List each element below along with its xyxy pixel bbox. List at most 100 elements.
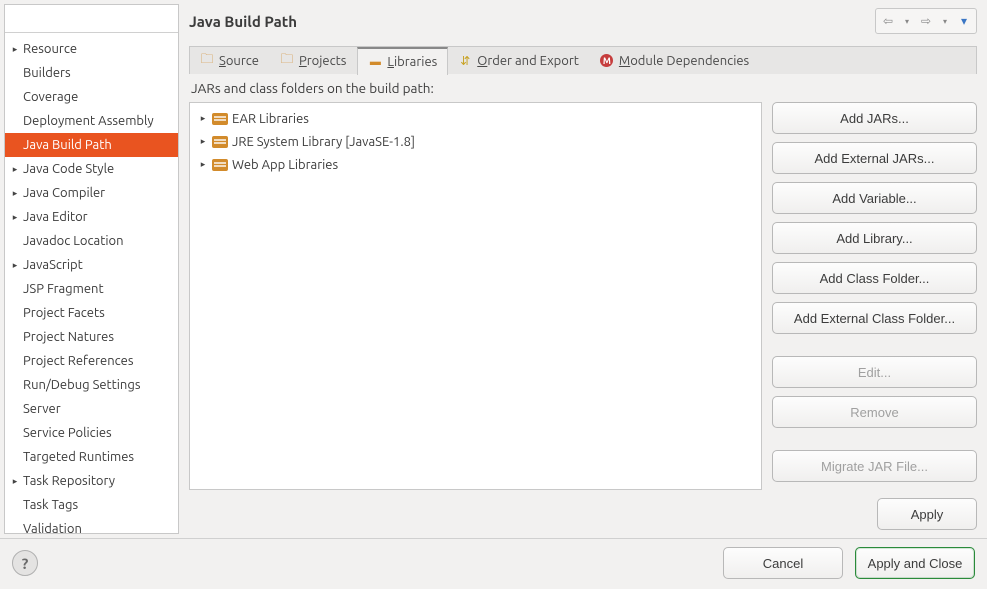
sidebar-item-label: Builders [21,66,71,80]
tab-label: Module Dependencies [619,54,749,68]
cancel-button[interactable]: Cancel [723,547,843,579]
sidebar-item-label: Task Repository [21,474,115,488]
nav-menu-dropdown[interactable]: ▾ [952,9,976,33]
library-item[interactable]: ▸ JRE System Library [JavaSE-1.8] [192,130,759,153]
sidebar-item[interactable]: Project References [5,349,178,373]
migrate-jar-button[interactable]: Migrate JAR File... [772,450,977,482]
nav-back-dropdown[interactable]: ▾ [900,9,914,33]
add-jars-button[interactable]: Add JARs... [772,102,977,134]
sidebar-item-label: Resource [21,42,77,56]
sidebar-item-label: Targeted Runtimes [21,450,134,464]
order-icon: ⇵ [458,54,472,68]
add-external-class-folder-button[interactable]: Add External Class Folder... [772,302,977,334]
action-buttons: Add JARs... Add External JARs... Add Var… [772,102,977,490]
sidebar-item[interactable]: Java Build Path [5,133,178,157]
library-icon [212,159,228,171]
nav-tree: ▸ResourceBuildersCoverageDeployment Asse… [5,33,178,533]
sidebar-item-label: Validation [21,522,82,533]
tree-caret-icon: ▸ [198,159,208,170]
sidebar-item-label: Java Compiler [21,186,105,200]
tree-caret-icon: ▸ [9,164,21,175]
dialog-footer: ? Cancel Apply and Close [0,538,987,589]
remove-button[interactable]: Remove [772,396,977,428]
tree-caret-icon: ▸ [9,188,21,199]
sidebar-item[interactable]: Validation [5,517,178,533]
sidebar-item[interactable]: ▸Java Code Style [5,157,178,181]
sidebar-item-label: Java Code Style [21,162,114,176]
tab[interactable]: ⇵ Order and Export [448,47,590,74]
tab-description: JARs and class folders on the build path… [189,74,977,102]
tree-caret-icon: ▸ [9,44,21,55]
sidebar-item-label: Java Build Path [21,138,112,152]
content-area: Java Build Path ⇦ ▾ ⇨ ▾ ▾ 🗀 Source 🗀 Projec… [183,0,987,538]
sidebar-item-label: Service Policies [21,426,112,440]
libraries-tree[interactable]: ▸ EAR Libraries ▸ JRE System Library [JavaS… [189,102,762,490]
sidebar-item[interactable]: Targeted Runtimes [5,445,178,469]
tab-label: Order and Export [477,54,579,68]
tree-caret-icon: ▸ [198,136,208,147]
sidebar-item[interactable]: ▸JavaScript [5,253,178,277]
sidebar-item-label: JavaScript [21,258,83,272]
sidebar-item-label: Project Natures [21,330,114,344]
sidebar-item[interactable]: Project Natures [5,325,178,349]
folder-icon: 🗀 [280,54,294,68]
library-item-label: Web App Libraries [232,158,338,172]
sidebar-item-label: Server [21,402,61,416]
sidebar-item[interactable]: ▸Java Compiler [5,181,178,205]
nav-history-buttons: ⇦ ▾ ⇨ ▾ ▾ [875,8,977,34]
tab-label: Source [219,54,259,68]
sidebar-item[interactable]: ▸Java Editor [5,205,178,229]
sidebar-item[interactable]: Run/Debug Settings [5,373,178,397]
sidebar-item[interactable]: Server [5,397,178,421]
sidebar-item[interactable]: Coverage [5,85,178,109]
sidebar-item-label: Project References [21,354,133,368]
tab[interactable]: 🗀 Source [190,47,270,74]
sidebar-item[interactable]: Task Tags [5,493,178,517]
apply-button[interactable]: Apply [877,498,977,530]
sidebar-item[interactable]: Project Facets [5,301,178,325]
help-button[interactable]: ? [12,550,38,576]
library-icon [212,113,228,125]
sidebar-item[interactable]: Service Policies [5,421,178,445]
tab[interactable]: 🗀 Projects [270,47,357,74]
page-title: Java Build Path [189,13,297,30]
sidebar-item[interactable]: JSP Fragment [5,277,178,301]
edit-button[interactable]: Edit... [772,356,977,388]
tab-label: Libraries [387,55,437,69]
sidebar-item[interactable]: Javadoc Location [5,229,178,253]
library-item[interactable]: ▸ EAR Libraries [192,107,759,130]
sidebar-item-label: Javadoc Location [21,234,124,248]
sidebar-item-label: Deployment Assembly [21,114,154,128]
sidebar-item-label: Java Editor [21,210,88,224]
library-item[interactable]: ▸ Web App Libraries [192,153,759,176]
add-variable-button[interactable]: Add Variable... [772,182,977,214]
nav-forward-dropdown[interactable]: ▾ [938,9,952,33]
tab[interactable]: ▬Libraries [357,47,448,75]
tab[interactable]: M Module Dependencies [590,47,760,74]
sidebar-item[interactable]: Builders [5,61,178,85]
tabs: 🗀 Source 🗀 Projects ▬Libraries ⇵ Order and Exp… [189,46,977,74]
sidebar: ▸ResourceBuildersCoverageDeployment Asse… [4,4,179,534]
tree-caret-icon: ▸ [198,113,208,124]
tab-label: Projects [299,54,346,68]
add-class-folder-button[interactable]: Add Class Folder... [772,262,977,294]
add-library-button[interactable]: Add Library... [772,222,977,254]
tree-caret-icon: ▸ [9,476,21,487]
sidebar-item[interactable]: Deployment Assembly [5,109,178,133]
filter-input[interactable] [5,5,178,33]
sidebar-item[interactable]: ▸Task Repository [5,469,178,493]
library-item-label: EAR Libraries [232,112,309,126]
module-icon: M [600,54,614,68]
tree-caret-icon: ▸ [9,212,21,223]
sidebar-item-label: Run/Debug Settings [21,378,140,392]
library-item-label: JRE System Library [JavaSE-1.8] [232,135,415,149]
nav-forward-button[interactable]: ⇨ [914,9,938,33]
sidebar-item-label: Project Facets [21,306,105,320]
nav-back-button[interactable]: ⇦ [876,9,900,33]
sidebar-item[interactable]: ▸Resource [5,37,178,61]
apply-and-close-button[interactable]: Apply and Close [855,547,975,579]
sidebar-item-label: Task Tags [21,498,78,512]
library-icon [212,136,228,148]
folder-icon: 🗀 [200,54,214,68]
add-external-jars-button[interactable]: Add External JARs... [772,142,977,174]
